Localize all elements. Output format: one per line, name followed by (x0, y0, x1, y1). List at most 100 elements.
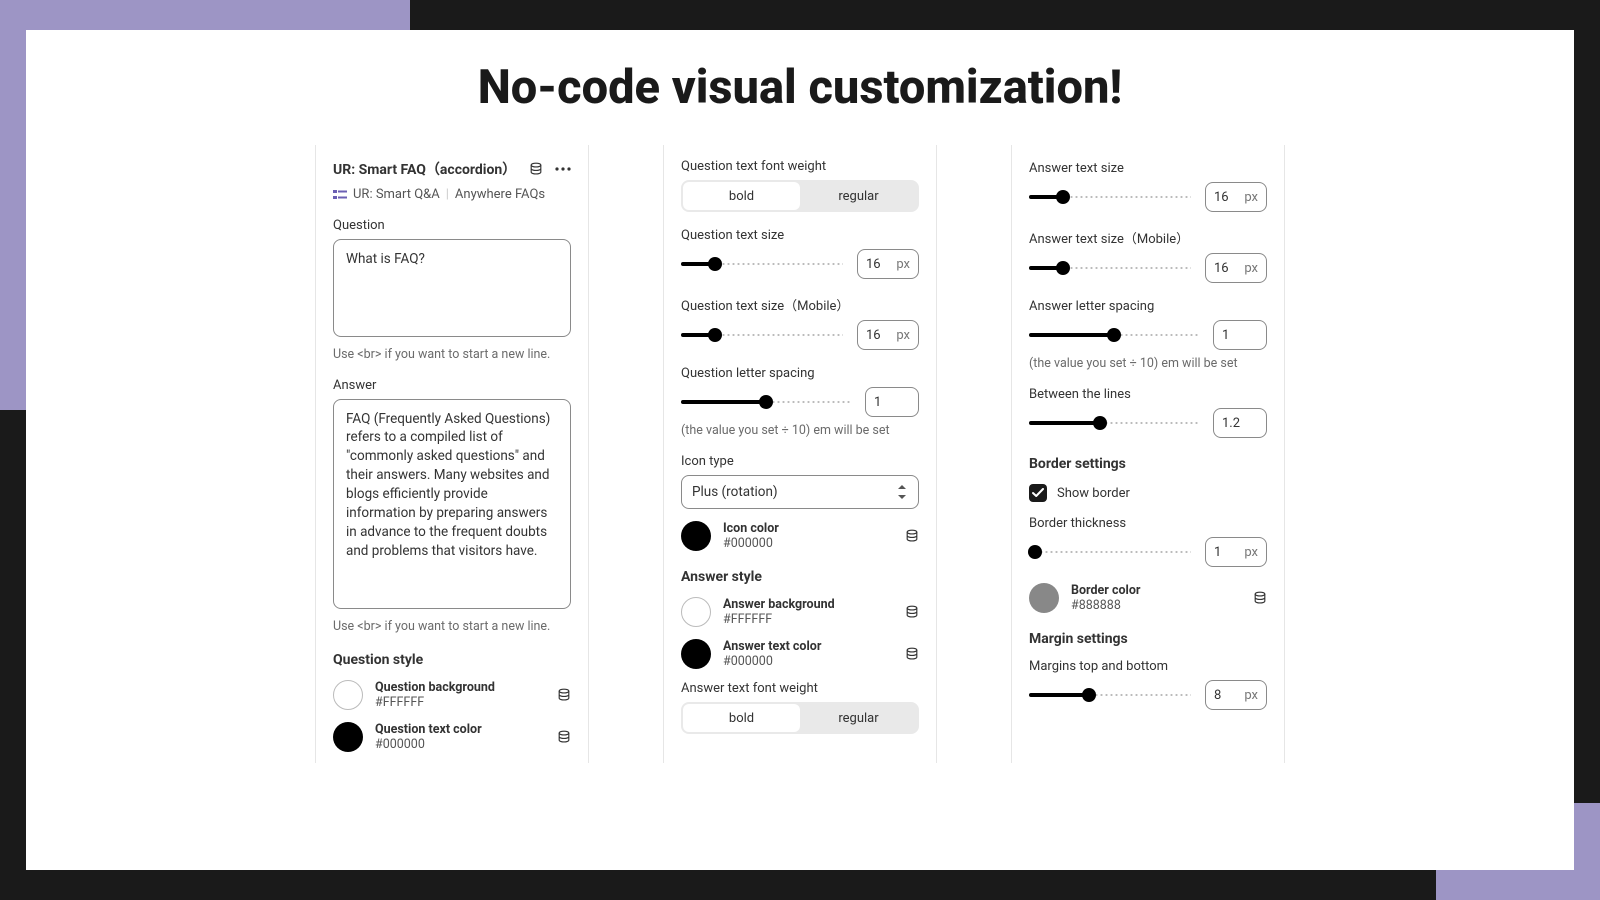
icon-type-label: Icon type (681, 454, 919, 469)
border-color-hex: #888888 (1071, 598, 1241, 613)
a-size-mobile-label: Answer text size（Mobile） (1029, 228, 1267, 247)
answer-bg-swatch[interactable] (681, 597, 711, 627)
dynamic-source-icon[interactable] (905, 529, 919, 543)
margins-slider[interactable] (1029, 693, 1191, 697)
unit-px: px (1244, 261, 1258, 276)
answer-input[interactable] (333, 399, 571, 610)
a-font-weight-label: Answer text font weight (681, 681, 919, 696)
answer-text-label: Answer text color (723, 639, 893, 654)
breadcrumb-app[interactable]: UR: Smart Q&A (353, 187, 440, 202)
q-size-mobile-slider[interactable] (681, 333, 843, 337)
question-input[interactable] (333, 239, 571, 337)
answer-label: Answer (333, 378, 571, 393)
breadcrumb: UR: Smart Q&A | Anywhere FAQs (333, 187, 571, 202)
question-text-color-row[interactable]: Question text color #000000 (333, 722, 571, 752)
a-letter-input[interactable]: 1 (1213, 320, 1267, 350)
question-label: Question (333, 218, 571, 233)
q-size-label: Question text size (681, 228, 919, 243)
answer-bg-hex: #FFFFFF (723, 612, 893, 627)
icon-type-value: Plus (rotation) (692, 484, 778, 500)
border-thickness-input[interactable]: 1 px (1205, 537, 1267, 567)
a-weight-bold[interactable]: bold (683, 704, 800, 732)
lines-value: 1.2 (1222, 416, 1240, 431)
a-size-label: Answer text size (1029, 161, 1267, 176)
a-letter-hint: (the value you set ÷ 10) em will be set (1029, 356, 1267, 371)
breadcrumb-section[interactable]: Anywhere FAQs (455, 187, 545, 202)
block-title: UR: Smart FAQ（accordion） (333, 159, 516, 179)
a-font-weight-toggle[interactable]: bold regular (681, 702, 919, 734)
lines-slider[interactable] (1029, 421, 1199, 425)
answer-bg-row[interactable]: Answer background #FFFFFF (681, 597, 919, 627)
unit-px: px (1244, 190, 1258, 205)
question-bg-swatch[interactable] (333, 680, 363, 710)
question-hint: Use <br> if you want to start a new line… (333, 347, 571, 362)
answer-style-heading: Answer style (681, 569, 919, 585)
margins-input[interactable]: 8 px (1205, 680, 1267, 710)
question-text-swatch[interactable] (333, 722, 363, 752)
q-letter-hint: (the value you set ÷ 10) em will be set (681, 423, 919, 438)
a-weight-regular[interactable]: regular (800, 704, 917, 732)
show-border-checkbox-row[interactable]: Show border (1029, 484, 1267, 502)
dynamic-source-icon[interactable] (557, 688, 571, 702)
border-color-swatch[interactable] (1029, 583, 1059, 613)
a-size-input[interactable]: 16 px (1205, 182, 1267, 212)
question-bg-color-row[interactable]: Question background #FFFFFF (333, 680, 571, 710)
question-bg-label: Question background (375, 680, 545, 695)
answer-text-row[interactable]: Answer text color #000000 (681, 639, 919, 669)
dynamic-source-icon[interactable] (529, 162, 543, 176)
answer-text-swatch[interactable] (681, 639, 711, 669)
unit-px: px (1244, 688, 1258, 703)
question-bg-hex: #FFFFFF (375, 695, 545, 710)
a-size-mobile-value: 16 (1214, 261, 1229, 276)
a-size-slider[interactable] (1029, 195, 1191, 199)
a-letter-label: Answer letter spacing (1029, 299, 1267, 314)
border-color-row[interactable]: Border color #888888 (1029, 583, 1267, 613)
dynamic-source-icon[interactable] (905, 647, 919, 661)
q-weight-bold[interactable]: bold (683, 182, 800, 210)
a-letter-value: 1 (1222, 328, 1229, 343)
form-icon (333, 189, 347, 201)
icon-type-select[interactable]: Plus (rotation) (681, 475, 919, 509)
icon-color-row[interactable]: Icon color #000000 (681, 521, 919, 551)
panels-container: UR: Smart FAQ（accordion） UR: Smart Q&A |… (26, 145, 1574, 763)
q-letter-value: 1 (874, 395, 881, 410)
a-size-value: 16 (1214, 190, 1229, 205)
margins-value: 8 (1214, 688, 1221, 703)
icon-color-swatch[interactable] (681, 521, 711, 551)
unit-px: px (896, 257, 910, 272)
margin-settings-heading: Margin settings (1029, 631, 1267, 647)
border-thickness-slider[interactable] (1029, 550, 1191, 554)
dynamic-source-icon[interactable] (557, 730, 571, 744)
a-size-mobile-slider[interactable] (1029, 266, 1191, 270)
a-size-mobile-input[interactable]: 16 px (1205, 253, 1267, 283)
q-size-slider[interactable] (681, 262, 843, 266)
lines-label: Between the lines (1029, 387, 1267, 402)
q-size-input[interactable]: 16 px (857, 249, 919, 279)
q-size-mobile-value: 16 (866, 328, 881, 343)
q-letter-label: Question letter spacing (681, 366, 919, 381)
dynamic-source-icon[interactable] (905, 605, 919, 619)
panel-faq-block: UR: Smart FAQ（accordion） UR: Smart Q&A |… (315, 145, 589, 763)
unit-px: px (896, 328, 910, 343)
icon-color-label: Icon color (723, 521, 893, 536)
more-icon[interactable] (555, 167, 571, 171)
dynamic-source-icon[interactable] (1253, 591, 1267, 605)
q-letter-input[interactable]: 1 (865, 387, 919, 417)
show-border-label: Show border (1057, 486, 1130, 501)
panel-question-answer-style: Question text font weight bold regular Q… (663, 145, 937, 763)
q-font-weight-toggle[interactable]: bold regular (681, 180, 919, 212)
a-letter-slider[interactable] (1029, 333, 1199, 337)
q-size-mobile-label: Question text size（Mobile） (681, 295, 919, 314)
chevron-updown-icon (898, 485, 908, 499)
question-text-label: Question text color (375, 722, 545, 737)
main-card: No-code visual customization! UR: Smart … (26, 30, 1574, 870)
q-size-mobile-input[interactable]: 16 px (857, 320, 919, 350)
border-settings-heading: Border settings (1029, 456, 1267, 472)
breadcrumb-sep: | (446, 187, 449, 202)
answer-text-hex: #000000 (723, 654, 893, 669)
page-title: No-code visual customization! (26, 60, 1574, 115)
q-letter-slider[interactable] (681, 400, 851, 404)
lines-input[interactable]: 1.2 (1213, 408, 1267, 438)
q-weight-regular[interactable]: regular (800, 182, 917, 210)
show-border-checkbox[interactable] (1029, 484, 1047, 502)
